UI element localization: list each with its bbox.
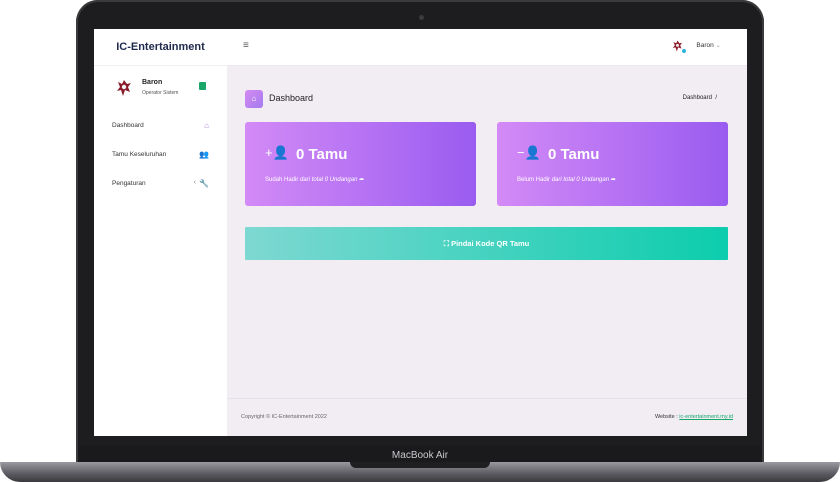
sidebar-item-dashboard[interactable]: Dashboard ⌂	[94, 112, 227, 141]
share-icon: ➦	[359, 177, 365, 183]
sidebar-item-label: Pengaturan	[112, 180, 146, 187]
stat-detail: dari total 0 Undangan	[551, 177, 610, 183]
stat-value: 0 Tamu	[296, 146, 348, 163]
chevron-left-icon: ‹	[193, 179, 196, 186]
user-panel: Baron Operator Sistem	[94, 66, 227, 112]
laptop-notch	[350, 462, 490, 468]
breadcrumb-item[interactable]: Dashboard	[683, 95, 712, 101]
menu-icon[interactable]: ≡	[243, 40, 249, 51]
home-icon: ⌂	[245, 90, 263, 108]
sidebar-item-tamu[interactable]: Tamu Keseluruhan 👥	[94, 141, 227, 170]
user-menu[interactable]: Baron ⌄	[696, 41, 721, 49]
wrench-icon: 🔧	[199, 179, 209, 188]
copyright-text: Copyright © IC-Entertainment 2022	[241, 414, 327, 420]
user-minus-icon: −👤	[517, 145, 541, 160]
website-info: Website : ic-entertainment.my.id	[655, 414, 733, 420]
avatar	[117, 80, 131, 96]
main-content: ⌂ Dashboard Dashboard / +👤 0 Tamu Sudah …	[227, 65, 747, 398]
user-name: Baron	[142, 79, 163, 86]
stat-caption: Belum Hadir dari total 0 Undangan ➦	[517, 176, 616, 183]
bookmark-icon	[199, 82, 206, 90]
stat-caption: Sudah Hadir dari total 0 Undangan ➦	[265, 176, 364, 183]
user-plus-icon: +👤	[265, 145, 289, 160]
qr-scan-icon: ⛶	[443, 239, 449, 248]
sidebar: IC-Entertainment Baron Operator Sistem D…	[94, 29, 227, 436]
brand-logo[interactable]: IC-Entertainment	[94, 29, 227, 66]
breadcrumb: Dashboard /	[682, 95, 717, 101]
online-status-dot	[682, 49, 686, 53]
sidebar-item-label: Tamu Keseluruhan	[112, 151, 167, 158]
home-icon: ⌂	[204, 121, 209, 130]
sidebar-item-label: Dashboard	[112, 122, 144, 129]
website-link[interactable]: ic-entertainment.my.id	[679, 414, 733, 420]
share-icon: ➦	[610, 177, 616, 183]
camera-dot	[419, 15, 424, 20]
website-label: Website :	[654, 414, 678, 420]
stat-card-present: +👤 0 Tamu Sudah Hadir dari total 0 Undan…	[245, 122, 476, 206]
page-title: Dashboard	[269, 93, 314, 103]
chevron-down-icon: ⌄	[715, 42, 721, 49]
user-menu-name: Baron	[696, 42, 714, 49]
sidebar-item-pengaturan[interactable]: Pengaturan ‹ 🔧	[94, 170, 227, 199]
stat-card-absent: −👤 0 Tamu Belum Hadir dari total 0 Undan…	[497, 122, 728, 206]
stat-label: Belum Hadir	[517, 177, 551, 183]
screen: IC-Entertainment Baron Operator Sistem D…	[94, 29, 747, 436]
topbar: ≡ Baron ⌄	[227, 29, 747, 66]
stat-label: Sudah Hadir	[265, 177, 299, 183]
footer: Copyright © IC-Entertainment 2022 Websit…	[227, 398, 747, 436]
stat-value: 0 Tamu	[548, 146, 600, 163]
user-role: Operator Sistem	[142, 90, 179, 96]
users-icon: 👥	[199, 150, 209, 159]
stat-detail: dari total 0 Undangan	[300, 177, 358, 183]
scan-qr-button[interactable]: ⛶ Pindai Kode QR Tamu	[245, 227, 728, 260]
scan-qr-label: Pindai Kode QR Tamu	[451, 239, 530, 248]
